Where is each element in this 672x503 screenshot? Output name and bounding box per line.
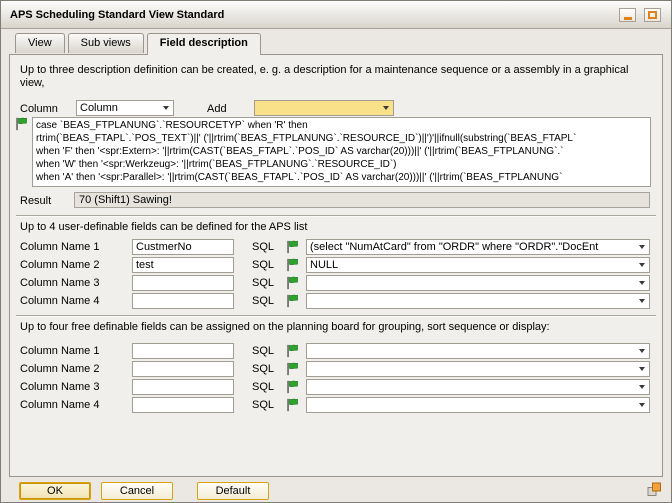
chevron-down-icon	[163, 106, 169, 110]
chevron-down-icon	[639, 385, 645, 389]
aps-field-row-3: Column Name 3 SQL	[10, 275, 662, 292]
aps-sql-select-4[interactable]	[306, 293, 650, 309]
chevron-down-icon	[639, 367, 645, 371]
field-description-panel: Up to three description definition can b…	[9, 54, 663, 477]
pb-column-name-3-label: Column Name 3	[20, 381, 99, 393]
aps-column-name-2-input[interactable]	[132, 257, 234, 273]
aps-sql-select-2[interactable]: NULL	[306, 257, 650, 273]
column-label: Column	[20, 103, 58, 115]
sql-flag-icon[interactable]	[286, 398, 299, 412]
sql-flag-icon[interactable]	[286, 380, 299, 394]
window-title: APS Scheduling Standard View Standard	[10, 9, 224, 21]
pb-column-name-2-input[interactable]	[132, 361, 234, 377]
pb-sql-select-1[interactable]	[306, 343, 650, 359]
add-label: Add	[207, 103, 227, 115]
aps-sql-select-2-value: NULL	[307, 259, 639, 271]
maximize-button[interactable]	[644, 8, 661, 22]
pb-column-name-4-label: Column Name 4	[20, 399, 99, 411]
sql-flag-icon[interactable]	[286, 344, 299, 358]
minimize-button[interactable]	[619, 8, 636, 22]
add-select[interactable]	[254, 100, 394, 116]
footer-button-bar: OK Cancel Default	[19, 482, 269, 500]
sql-code-line: when 'A' then '<spr:Parallel>: '||rtrim(…	[36, 171, 647, 184]
sql-label: SQL	[252, 277, 274, 289]
chevron-down-icon	[639, 263, 645, 267]
pb-column-name-3-input[interactable]	[132, 379, 234, 395]
aps-field-row-1: Column Name 1 SQL (select "NumAtCard" fr…	[10, 239, 662, 256]
sql-flag-icon[interactable]	[286, 258, 299, 272]
chevron-down-icon	[639, 403, 645, 407]
sql-code-line: case `BEAS_FTPLANUNG`.`RESOURCETYP` when…	[36, 119, 647, 132]
cancel-button[interactable]: Cancel	[101, 482, 173, 500]
chevron-down-icon	[639, 299, 645, 303]
sql-code-line: when 'F' then '<spr:Extern>: '||rtrim(CA…	[36, 145, 647, 158]
aps-sql-select-3[interactable]	[306, 275, 650, 291]
minimize-icon	[624, 17, 632, 20]
sql-label: SQL	[252, 241, 274, 253]
result-label: Result	[20, 195, 51, 207]
dock-window-icon[interactable]	[647, 482, 662, 497]
aps-column-name-3-input[interactable]	[132, 275, 234, 291]
aps-sql-select-1-value: (select "NumAtCard" from "ORDR" where "O…	[307, 241, 639, 253]
aps-field-row-2: Column Name 2 SQL NULL	[10, 257, 662, 274]
pb-field-row-1: Column Name 1 SQL	[10, 343, 662, 360]
tab-view[interactable]: View	[15, 33, 65, 53]
ok-button[interactable]: OK	[19, 482, 91, 500]
pb-column-name-1-input[interactable]	[132, 343, 234, 359]
result-value-field: 70 (Shift1) Sawing!	[74, 192, 650, 208]
aps-column-name-4-input[interactable]	[132, 293, 234, 309]
column-select-value: Column	[77, 102, 163, 114]
aps-sql-select-1[interactable]: (select "NumAtCard" from "ORDR" where "O…	[306, 239, 650, 255]
column-select[interactable]: Column	[76, 100, 174, 116]
maximize-icon	[648, 11, 657, 19]
window-controls	[619, 8, 661, 22]
sql-flag-icon[interactable]	[286, 362, 299, 376]
sql-label: SQL	[252, 295, 274, 307]
title-bar[interactable]: APS Scheduling Standard View Standard	[1, 1, 671, 29]
tab-sub-views[interactable]: Sub views	[68, 33, 144, 53]
pb-sql-select-2[interactable]	[306, 361, 650, 377]
aps-column-name-4-label: Column Name 4	[20, 295, 99, 307]
sql-label: SQL	[252, 259, 274, 271]
aps-column-name-1-input[interactable]	[132, 239, 234, 255]
aps-column-name-3-label: Column Name 3	[20, 277, 99, 289]
pb-field-row-3: Column Name 3 SQL	[10, 379, 662, 396]
section-divider	[16, 215, 656, 217]
pb-sql-select-4[interactable]	[306, 397, 650, 413]
sql-code-line: rtrim(`BEAS_FTAPL`.`POS_TEXT`)||' ('||rt…	[36, 132, 647, 145]
sql-code-line: when 'W' then '<spr:Werkzeug>: '||rtrim(…	[36, 158, 647, 171]
pb-field-row-2: Column Name 2 SQL	[10, 361, 662, 378]
aps-scheduling-dialog: APS Scheduling Standard View Standard Vi…	[0, 0, 672, 503]
chevron-down-icon	[639, 245, 645, 249]
pb-sql-select-3[interactable]	[306, 379, 650, 395]
description-intro-text: Up to three description definition can b…	[20, 64, 648, 90]
tab-field-description[interactable]: Field description	[147, 33, 261, 55]
sql-label: SQL	[252, 399, 274, 411]
pb-column-name-1-label: Column Name 1	[20, 345, 99, 357]
sql-flag-icon[interactable]	[286, 294, 299, 308]
sql-label: SQL	[252, 381, 274, 393]
sql-flag-icon[interactable]	[286, 240, 299, 254]
tab-strip: View Sub views Field description	[15, 33, 264, 55]
sql-label: SQL	[252, 345, 274, 357]
default-button[interactable]: Default	[197, 482, 269, 500]
aps-column-name-1-label: Column Name 1	[20, 241, 99, 253]
section-divider	[16, 315, 656, 317]
pb-column-name-4-input[interactable]	[132, 397, 234, 413]
planning-board-heading: Up to four free definable fields can be …	[20, 321, 550, 333]
sql-flag-icon[interactable]	[286, 276, 299, 290]
pb-field-row-4: Column Name 4 SQL	[10, 397, 662, 414]
description-sql-editor[interactable]: case `BEAS_FTPLANUNG`.`RESOURCETYP` when…	[32, 117, 651, 187]
chevron-down-icon	[383, 106, 389, 110]
sql-label: SQL	[252, 363, 274, 375]
aps-field-row-4: Column Name 4 SQL	[10, 293, 662, 310]
chevron-down-icon	[639, 349, 645, 353]
sql-flag-icon[interactable]	[15, 117, 28, 131]
pb-column-name-2-label: Column Name 2	[20, 363, 99, 375]
aps-column-name-2-label: Column Name 2	[20, 259, 99, 271]
aps-list-heading: Up to 4 user-definable fields can be def…	[20, 221, 307, 233]
chevron-down-icon	[639, 281, 645, 285]
